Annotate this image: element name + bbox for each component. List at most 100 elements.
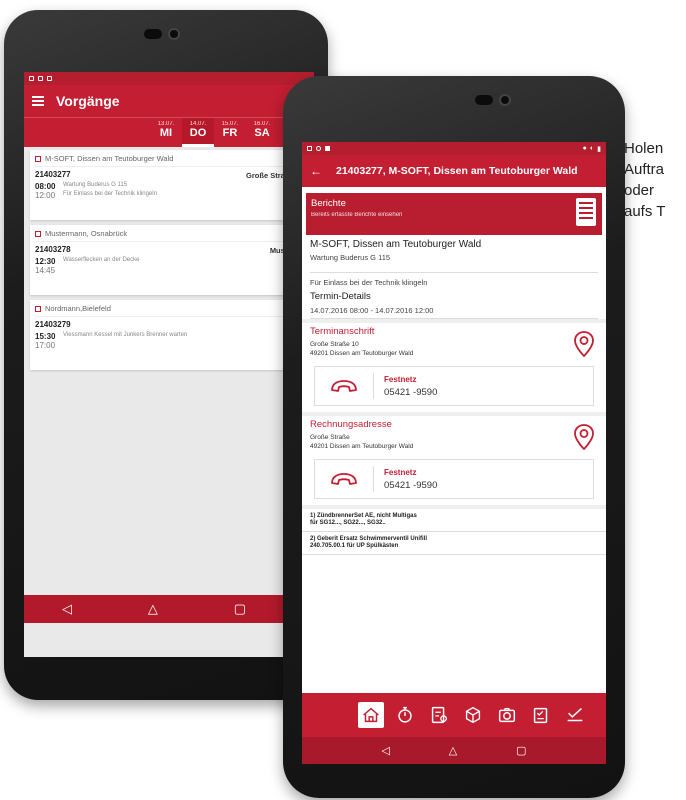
back-screen: Vorgänge 13.07. MI 14.07. DO 15.07. FR 16.07. S… [24,72,314,657]
camera [144,28,180,40]
task-description: Wasserflecken an der Decke [63,257,140,263]
checkbox-icon[interactable] [35,305,41,312]
phone-label: Festnetz [384,374,417,384]
tablet-back: Vorgänge 13.07. MI 14.07. DO 15.07. FR 16.07. S… [4,10,328,700]
reports-subtitle: Bereits erfasste Berichte einsehen [311,212,403,218]
task-card[interactable]: Nordmann,Bielefeld21403279T15:30Viessman… [30,300,308,370]
day-tab[interactable]: 13.07. MI [150,118,182,147]
phone-icon[interactable] [315,472,373,486]
end-time: 14:45 [35,266,56,275]
checklist-icon[interactable] [528,702,554,728]
parts-list: 1) ZündbrennerSet AE, nicht Multigas für … [302,505,606,555]
checkbox-icon[interactable] [35,230,41,237]
time-row: 12:30 Wasserflecken an der Decke [35,257,303,266]
home-nav-icon[interactable]: △ [449,744,457,757]
task-card[interactable]: Mustermann, Osnabrück21403278Musterstr12… [30,225,308,295]
customer-name: Nordmann,Bielefeld [45,304,111,313]
reports-button[interactable]: Berichte Bereits erfasste Berichte einse… [306,193,602,235]
status-bar: ● ◐ ▮ [302,142,606,155]
site-phone-box[interactable]: Festnetz 05421 -9590 [314,366,594,406]
time-row: 15:30 Viessmann Kessel mit Junkers Brenne… [35,332,303,341]
map-pin-icon[interactable] [574,331,594,362]
home-icon[interactable] [358,702,384,728]
front-screen: ● ◐ ▮ ← 21403277, M-SOFT, Dissen am Teutob… [302,142,606,764]
billing-street: Große Straße [310,434,350,441]
android-nav-bar: ◁ △ ▢ [302,737,606,764]
day-tab[interactable]: 15.07. FR [214,118,246,147]
camera-icon[interactable] [494,702,520,728]
site-address-heading: Terminanschrift [310,326,375,337]
recents-nav-icon[interactable]: ▢ [234,601,246,617]
home-nav-icon[interactable]: △ [148,601,158,617]
part-line: für SG12..., SG22..., SG32.. [310,520,386,526]
caption-text: Holen Auftra oder aufs T [624,138,665,222]
task-card-header: Nordmann,Bielefeld [35,304,303,317]
phone-icon[interactable] [315,379,373,393]
part-line: 2) Geberit Ersatz Schwimmerventil Unifil… [310,536,428,542]
part-line: 1) ZündbrennerSet AE, nicht Multigas [310,513,417,519]
back-nav-icon[interactable]: ◁ [381,744,389,757]
time-row: 12:00 Für Einlass bei der Technik klingel… [35,191,303,200]
day-tab[interactable]: 16.07. SA [246,118,278,147]
report-icon[interactable] [426,702,452,728]
status-bar [24,72,314,85]
menu-icon[interactable] [32,96,44,106]
order-info: M-SOFT, Dissen am Teutoburger Wald Wartu… [302,235,606,319]
start-time: 15:30 [35,332,56,341]
billing-phone-box[interactable]: Festnetz 05421 -9590 [314,459,594,499]
task-description: Wartung Buderus G 115 [63,182,128,188]
checkbox-icon[interactable] [35,155,41,162]
billing-address-heading: Rechnungsadresse [310,419,392,430]
action-toolbar [302,693,606,737]
back-arrow-icon[interactable]: ← [310,164,322,178]
phone-label: Festnetz [384,467,417,477]
order-title: 21403277, M-SOFT, Dissen am Teutoburger … [336,165,578,177]
caption-line: oder [624,182,655,199]
recents-nav-icon[interactable]: ▢ [516,744,526,757]
camera [475,94,511,106]
phone-number[interactable]: 05421 -9590 [384,480,437,491]
customer-name: M-SOFT, Dissen am Teutoburger Wald [45,154,174,163]
customer-name: Mustermann, Osnabrück [45,229,128,238]
time-row: 14:45 [35,266,303,275]
order-number: 21403278 [35,245,71,254]
day-tab[interactable]: 14.07. DO [182,118,214,147]
phone-number[interactable]: 05421 -9590 [384,387,437,398]
app-bar: Vorgänge [24,85,314,117]
document-icon [576,198,596,226]
photo-stage: Vorgänge 13.07. MI 14.07. DO 15.07. FR 16.07. S… [0,0,686,800]
day-tab-date: 15.07. [221,121,239,127]
day-tab-label: MI [159,127,173,139]
time-row: 08:00 Wartung Buderus G 115 [35,182,303,191]
day-tab-label: DO [189,127,207,139]
day-tab-date: 14.07. [189,121,207,127]
caption-line: aufs T [624,203,666,220]
day-tab-date: 16.07. [253,121,271,127]
app-bar: ← 21403277, M-SOFT, Dissen am Teutoburge… [302,155,606,187]
reports-title: Berichte [311,198,346,209]
package-icon[interactable] [460,702,486,728]
sign-icon[interactable] [562,702,588,728]
part-line: 240.705.00.1 für UP Spülkästen [310,543,399,549]
tablet-front: ● ◐ ▮ ← 21403277, M-SOFT, Dissen am Teutob… [283,76,625,798]
site-street: Große Straße 10 [310,341,359,348]
site-address: Terminanschrift Große Straße 10 49201 Dis… [302,319,606,406]
part-item[interactable]: 2) Geberit Ersatz Schwimmerventil Unifil… [302,532,606,555]
time-row: 17:00 [35,341,303,350]
customer-name: M-SOFT, Dissen am Teutoburger Wald [310,239,482,250]
part-item[interactable]: 1) ZündbrennerSet AE, nicht Multigas für … [302,509,606,532]
site-city: 49201 Dissen am Teutoburger Wald [310,350,414,357]
task-card[interactable]: M-SOFT, Dissen am Teutoburger Wald 214032… [30,150,308,220]
day-tab-label: SA [254,127,270,139]
billing-address: Rechnungsadresse Große Straße 49201 Disse… [302,412,606,499]
day-tab-date: 13.07. [157,121,175,127]
page-title: Vorgänge [56,93,120,109]
map-pin-icon[interactable] [574,424,594,455]
task-description: Viessmann Kessel mit Junkers Brenner war… [63,332,188,338]
timer-icon[interactable] [392,702,418,728]
order-number: 21403279 [35,320,71,329]
appointment-datetime: 14.07.2016 08:00 - 14.07.2016 12:00 [310,306,598,319]
back-nav-icon[interactable]: ◁ [62,601,72,617]
task-note: Für Einlass bei der Technik klingeln [310,272,598,287]
start-time: 08:00 [35,182,56,191]
